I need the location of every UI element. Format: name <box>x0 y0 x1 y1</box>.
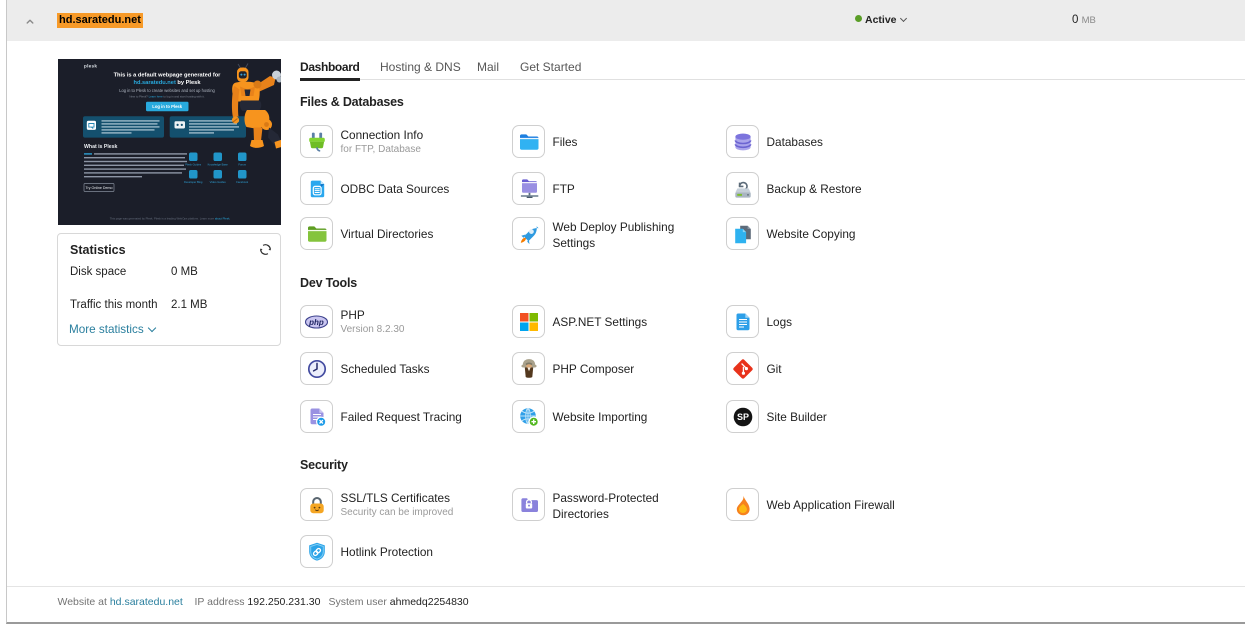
svg-text:Video Guides: Video Guides <box>210 180 227 184</box>
svg-text:plesk: plesk <box>84 64 97 69</box>
svg-text:New to Plesk? Learn here to lo: New to Plesk? Learn here to log in and s… <box>129 94 205 98</box>
svg-text:Developer Blog: Developer Blog <box>184 180 203 184</box>
svg-text:This page was generated by Ple: This page was generated by Plesk. Plesk … <box>110 217 231 221</box>
svg-text:What is Plesk: What is Plesk <box>84 144 118 150</box>
svg-text:Forum: Forum <box>238 162 247 166</box>
svg-text:Log in to Plesk to create webs: Log in to Plesk to create websites and s… <box>119 88 215 93</box>
svg-text:Log in to Plesk: Log in to Plesk <box>152 104 182 109</box>
svg-text:php: php <box>308 317 324 326</box>
svg-text:Knowledge Base: Knowledge Base <box>208 162 229 166</box>
svg-text:Plesk Guides: Plesk Guides <box>185 162 201 166</box>
svg-text:This is a default webpage gene: This is a default webpage generated for <box>114 73 222 79</box>
svg-text:SP: SP <box>736 412 748 422</box>
svg-text:hd.saratedu.net by Plesk: hd.saratedu.net by Plesk <box>133 80 201 86</box>
svg-text:Facebook: Facebook <box>236 180 248 184</box>
svg-text:Try Online Demo: Try Online Demo <box>85 186 112 190</box>
